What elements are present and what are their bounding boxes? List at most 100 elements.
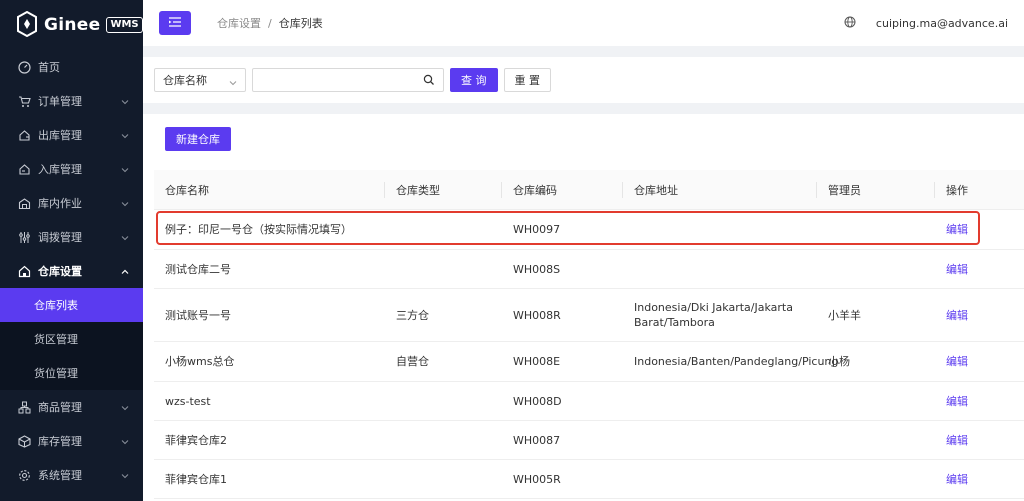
cell-text: WH0087 bbox=[513, 433, 561, 447]
sidebar-item-0[interactable]: 首页 bbox=[0, 50, 143, 84]
sidebar-item-7[interactable]: 商品管理 bbox=[0, 390, 143, 424]
user-email[interactable]: cuiping.ma@advance.ai bbox=[876, 17, 1008, 30]
chevron-down-icon bbox=[121, 470, 129, 479]
sidebar-item-4[interactable]: 库内作业 bbox=[0, 186, 143, 220]
logo: Ginee WMS bbox=[0, 0, 143, 50]
sidebar-item-8[interactable]: 库存管理 bbox=[0, 424, 143, 458]
column-header: 操作 bbox=[935, 170, 1024, 210]
cell-text: 小杨wms总仓 bbox=[165, 355, 235, 368]
cell-text: 例子：印尼一号仓（按实际情况填写） bbox=[165, 223, 352, 236]
edit-link[interactable]: 编辑 bbox=[946, 394, 968, 409]
cell-name: 测试账号一号 bbox=[154, 308, 385, 323]
cell-action: 编辑 bbox=[935, 472, 1024, 487]
home-icon bbox=[17, 264, 31, 278]
column-header: 仓库编码 bbox=[502, 170, 623, 210]
column-header-label: 仓库名称 bbox=[165, 183, 209, 197]
cell-text: 测试仓库二号 bbox=[165, 262, 231, 276]
edit-link[interactable]: 编辑 bbox=[946, 472, 968, 487]
cell-address: Indonesia/Banten/Pandeglang/Picung bbox=[623, 354, 838, 369]
cell-name: 例子：印尼一号仓（按实际情况填写） bbox=[154, 222, 385, 237]
sidebar-subitem-1[interactable]: 货区管理 bbox=[0, 322, 143, 356]
table-row: 例子：印尼一号仓（按实际情况填写） WH0097 编辑 bbox=[154, 210, 1024, 250]
cell-admin: 小杨 bbox=[817, 354, 935, 369]
cell-type: 自营仓 bbox=[385, 354, 502, 369]
table-row: 小杨wms总仓 自营仓 WH008E Indonesia/Banten/Pandegl… bbox=[154, 342, 1024, 382]
sidebar-item-9[interactable]: 系统管理 bbox=[0, 458, 143, 492]
edit-link[interactable]: 编辑 bbox=[946, 433, 968, 448]
column-header: 仓库名称 bbox=[154, 170, 385, 210]
sidebar-item-label: 出库管理 bbox=[38, 129, 82, 142]
edit-link[interactable]: 编辑 bbox=[946, 222, 968, 237]
sidebar-subitem-label: 仓库列表 bbox=[34, 299, 78, 312]
edit-link[interactable]: 编辑 bbox=[946, 354, 968, 369]
cell-action: 编辑 bbox=[935, 222, 1024, 237]
query-button[interactable]: 查 询 bbox=[450, 68, 498, 92]
sidebar-menu: 首页订单管理出库管理入库管理库内作业调拨管理仓库设置仓库列表货区管理货位管理 商品… bbox=[0, 50, 143, 492]
cell-text: 菲律宾仓库2 bbox=[165, 433, 227, 447]
cell-text: 测试账号一号 bbox=[165, 308, 231, 322]
chevron-down-icon bbox=[121, 96, 129, 105]
brand-name: Ginee bbox=[44, 15, 101, 35]
search-icon[interactable] bbox=[423, 74, 435, 86]
cell-action: 编辑 bbox=[935, 394, 1024, 409]
edit-link[interactable]: 编辑 bbox=[946, 308, 968, 323]
cell-address: Indonesia/Dki Jakarta/Jakarta Barat/Tamb… bbox=[623, 300, 817, 330]
search-input[interactable] bbox=[253, 69, 423, 91]
cart-icon bbox=[17, 94, 31, 108]
cell-text: WH008D bbox=[513, 394, 562, 408]
sidebar-item-5[interactable]: 调拨管理 bbox=[0, 220, 143, 254]
new-warehouse-button[interactable]: 新建仓库 bbox=[165, 127, 231, 151]
collapse-menu-button[interactable] bbox=[159, 11, 191, 35]
cell-text: 小杨 bbox=[828, 355, 850, 368]
edit-link[interactable]: 编辑 bbox=[946, 262, 968, 277]
search-field-select[interactable]: 仓库名称 bbox=[154, 68, 246, 92]
table-row: 菲律宾仓库2 WH0087 编辑 bbox=[154, 421, 1024, 460]
cell-action: 编辑 bbox=[935, 433, 1024, 448]
cell-name: 小杨wms总仓 bbox=[154, 354, 385, 369]
cell-code: WH008S bbox=[502, 262, 623, 277]
cell-text: 三方仓 bbox=[396, 308, 429, 322]
reset-button[interactable]: 重 置 bbox=[503, 68, 551, 92]
cell-action: 编辑 bbox=[935, 354, 1024, 369]
cell-text: Indonesia/Dki Jakarta/Jakarta Barat/Tamb… bbox=[634, 301, 793, 329]
cell-type: 三方仓 bbox=[385, 308, 502, 323]
sidebar-item-1[interactable]: 订单管理 bbox=[0, 84, 143, 118]
warehouse-ops-icon bbox=[17, 196, 31, 210]
cell-text: WH008R bbox=[513, 308, 561, 322]
cell-action: 编辑 bbox=[935, 262, 1024, 277]
gear-icon bbox=[17, 468, 31, 482]
cell-name: wzs-test bbox=[154, 394, 385, 409]
breadcrumb-item-warehouse-list: 仓库列表 bbox=[278, 17, 323, 30]
cell-code: WH005R bbox=[502, 472, 623, 487]
sidebar-item-3[interactable]: 入库管理 bbox=[0, 152, 143, 186]
sidebar-item-label: 首页 bbox=[38, 61, 60, 74]
column-header-label: 操作 bbox=[946, 183, 968, 197]
chevron-down-icon bbox=[121, 198, 129, 207]
table-body: 例子：印尼一号仓（按实际情况填写） WH0097 编辑 测试仓库二号 WH008S 编辑测… bbox=[154, 210, 1024, 499]
dashboard-icon bbox=[17, 60, 31, 74]
sidebar-subitem-0[interactable]: 仓库列表 bbox=[0, 288, 143, 322]
cell-text: Indonesia/Banten/Pandeglang/Picung bbox=[634, 355, 839, 368]
cell-action: 编辑 bbox=[935, 308, 1024, 323]
sidebar-item-6[interactable]: 仓库设置 bbox=[0, 254, 143, 288]
sidebar: Ginee WMS 首页订单管理出库管理入库管理库内作业调拨管理仓库设置仓库列表… bbox=[0, 0, 143, 501]
breadcrumb-separator: / bbox=[268, 16, 272, 30]
sidebar-item-label: 库存管理 bbox=[38, 435, 82, 448]
search-panel: 仓库名称 查 询 重 置 bbox=[143, 57, 1024, 103]
sidebar-item-2[interactable]: 出库管理 bbox=[0, 118, 143, 152]
sidebar-item-label: 库内作业 bbox=[38, 197, 82, 210]
cell-text: 自营仓 bbox=[396, 355, 429, 368]
globe-icon[interactable] bbox=[844, 16, 856, 31]
cell-name: 测试仓库二号 bbox=[154, 262, 385, 277]
chevron-down-icon bbox=[121, 436, 129, 445]
sidebar-item-label: 入库管理 bbox=[38, 163, 82, 176]
sidebar-item-label: 仓库设置 bbox=[38, 265, 82, 278]
column-header-label: 仓库类型 bbox=[396, 183, 440, 197]
ginee-logo-icon bbox=[16, 10, 38, 40]
cell-text: WH008E bbox=[513, 355, 561, 368]
breadcrumb-item-warehouse-settings[interactable]: 仓库设置 bbox=[217, 15, 261, 31]
breadcrumb: 仓库设置 / 仓库列表 bbox=[217, 15, 323, 31]
chevron-down-icon bbox=[229, 77, 237, 86]
sidebar-subitem-2[interactable]: 货位管理 bbox=[0, 356, 143, 390]
sidebar-subitem-label: 货区管理 bbox=[34, 333, 78, 346]
